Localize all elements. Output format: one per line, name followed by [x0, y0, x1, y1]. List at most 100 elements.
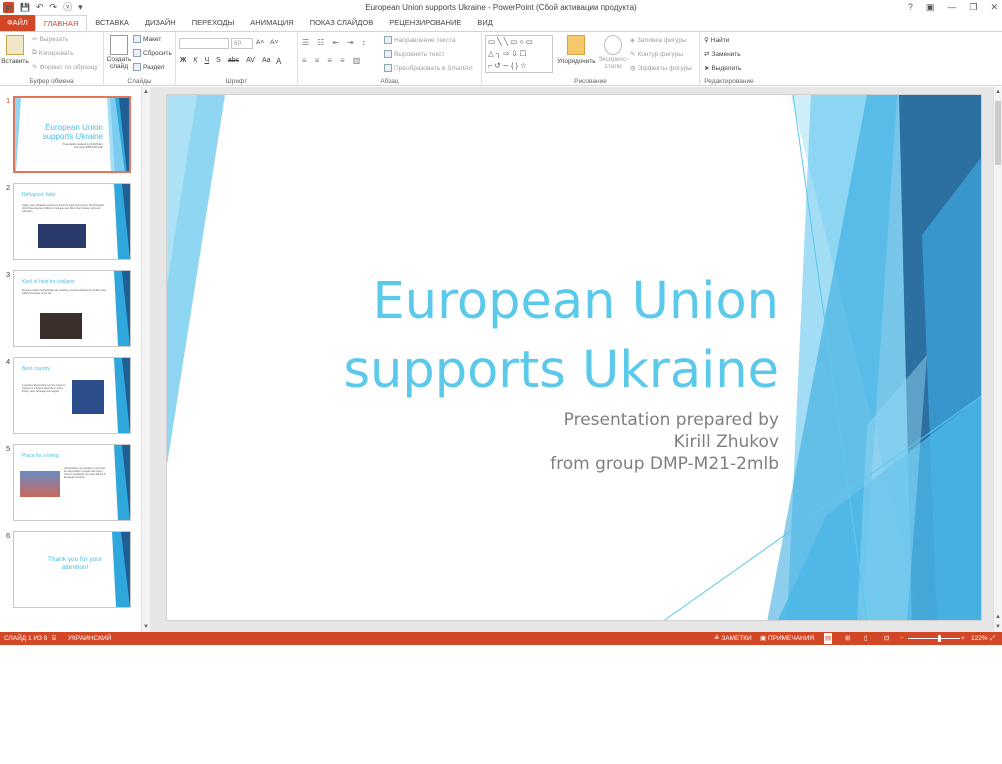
normal-view-icon[interactable]: ▤: [824, 633, 833, 644]
start-from-beginning-icon[interactable]: ⓥ: [63, 0, 72, 15]
justify-icon[interactable]: ≡: [340, 56, 345, 65]
layout-button[interactable]: Макет: [133, 35, 161, 43]
arrange-button[interactable]: Упорядочить: [557, 35, 596, 65]
smartart-button[interactable]: Преобразовать в SmartArt: [384, 64, 473, 72]
slide-title[interactable]: European Union supports Ukraine: [219, 267, 779, 405]
zoom-out-icon[interactable]: −: [900, 632, 904, 645]
scroll-up-icon[interactable]: ▲: [995, 89, 1001, 95]
tab-review[interactable]: РЕЦЕНЗИРОВАНИЕ: [381, 15, 469, 31]
shapes-gallery[interactable]: ▭╲╲▭○▭ △┐⇨⇩☐ ⌐↺∼{}☆: [485, 35, 553, 73]
tab-slideshow[interactable]: ПОКАЗ СЛАЙДОВ: [302, 15, 382, 31]
undo-icon[interactable]: ↶: [36, 0, 44, 15]
help-icon[interactable]: ?: [908, 0, 913, 15]
slide-thumbnail-6[interactable]: Thank you for your attention!: [13, 531, 131, 608]
slide-thumbnail-1[interactable]: European Union supports Ukraine Presenta…: [13, 96, 131, 173]
restore-icon[interactable]: ❐: [969, 0, 977, 15]
strikethrough-button[interactable]: abc: [228, 57, 239, 64]
font-color-button[interactable]: A: [276, 57, 281, 66]
tab-file[interactable]: ФАЙЛ: [0, 15, 35, 31]
notes-button[interactable]: ≙ ЗАМЕТКИ: [714, 632, 752, 645]
thumbnail-number: 1: [6, 96, 11, 105]
previous-slide-icon[interactable]: ▲: [995, 614, 1001, 620]
thumbnail-text: A question about which country is best t…: [22, 384, 66, 393]
editor-scrollbar[interactable]: ▲ ▲ ▼: [993, 87, 1002, 632]
effects-icon: ◍: [630, 65, 636, 72]
columns-icon[interactable]: ▥: [353, 56, 361, 65]
zoom-level[interactable]: 122%: [971, 632, 988, 645]
fit-slide-icon[interactable]: ⤢: [990, 632, 995, 645]
char-spacing-button[interactable]: AV: [246, 57, 255, 64]
align-left-icon[interactable]: ≡: [302, 56, 307, 65]
paste-button[interactable]: Вставить: [1, 35, 29, 65]
ribbon-display-icon[interactable]: ▣: [926, 0, 935, 15]
reset-button[interactable]: Сбросить: [133, 49, 172, 57]
window-controls: ? ▣ — ❐ ✕: [908, 0, 998, 15]
slide-thumbnail-5[interactable]: Place for a living Unfortunately, the si…: [13, 444, 131, 521]
align-right-icon[interactable]: ≡: [327, 56, 332, 65]
format-painter-button[interactable]: ✎ Формат по образцу: [32, 63, 98, 72]
bullets-icon[interactable]: ☰: [302, 38, 309, 47]
shape-effects-button[interactable]: ◍ Эффекты фигуры: [630, 64, 692, 73]
ribbon-tabs: ФАЙЛ ГЛАВНАЯ ВСТАВКА ДИЗАЙН ПЕРЕХОДЫ АНИ…: [0, 15, 1002, 31]
current-slide[interactable]: European Union supports Ukraine Presenta…: [166, 94, 982, 621]
slide-thumbnail-4[interactable]: Best country A question about which coun…: [13, 357, 131, 434]
select-button[interactable]: ➤ Выделить: [704, 64, 741, 73]
scroll-up-icon[interactable]: ▲: [143, 89, 149, 95]
thumbnail-title: Best country: [22, 366, 50, 372]
increase-indent-icon[interactable]: ⇥: [347, 38, 354, 47]
tab-animations[interactable]: АНИМАЦИЯ: [242, 15, 301, 31]
tab-insert[interactable]: ВСТАВКА: [87, 15, 137, 31]
tab-view[interactable]: ВИД: [469, 15, 500, 31]
slideshow-icon[interactable]: ⊡: [884, 632, 889, 645]
align-text-button[interactable]: Выровнять текст: [384, 50, 445, 58]
scroll-thumb[interactable]: [995, 101, 1001, 165]
comments-button[interactable]: ▣ ПРИМЕЧАНИЯ: [760, 632, 814, 645]
italic-button[interactable]: К: [193, 57, 197, 64]
find-button[interactable]: ⚲ Найти: [704, 36, 729, 45]
zoom-slider-track[interactable]: [908, 638, 960, 639]
shape-outline-button[interactable]: ✎ Контур фигуры: [630, 50, 683, 59]
paragraph-group-label: Абзац: [380, 78, 399, 85]
numbering-icon[interactable]: ☷: [317, 38, 324, 47]
redo-icon[interactable]: ↷: [50, 0, 58, 15]
align-center-icon[interactable]: ≡: [315, 56, 320, 65]
underline-button[interactable]: Ч: [204, 57, 209, 64]
slide-thumbnail-2[interactable]: Refugees' help Today, many Ukrainian peo…: [13, 183, 131, 260]
tab-design[interactable]: ДИЗАЙН: [137, 15, 184, 31]
save-icon[interactable]: 💾: [20, 0, 30, 15]
slide-counter: СЛАЙД 1 ИЗ 6: [4, 635, 48, 642]
thumbnails-scrollbar[interactable]: ▲ ▼: [141, 87, 150, 632]
next-slide-icon[interactable]: ▼: [995, 624, 1001, 630]
customize-qat-icon[interactable]: ▾: [78, 0, 83, 15]
section-button[interactable]: Раздел: [133, 63, 164, 71]
scroll-down-icon[interactable]: ▼: [143, 624, 149, 630]
cut-button[interactable]: ✂ Вырезать: [32, 35, 68, 44]
text-direction-button[interactable]: Направление текста: [384, 36, 456, 44]
grow-font-button[interactable]: A˄: [256, 39, 264, 46]
new-slide-button[interactable]: Создать слайд: [107, 35, 131, 70]
zoom-slider-thumb[interactable]: [938, 635, 941, 642]
font-name-field[interactable]: [179, 38, 229, 49]
line-spacing-icon[interactable]: ↕: [362, 38, 366, 47]
reading-view-icon[interactable]: ▯: [864, 632, 868, 645]
slide-sorter-icon[interactable]: ⊞: [845, 632, 850, 645]
shrink-font-button[interactable]: A˅: [270, 39, 278, 46]
bold-button[interactable]: Ж: [180, 57, 186, 64]
decrease-indent-icon[interactable]: ⇤: [332, 38, 339, 47]
slide-thumbnail-3[interactable]: Kind of help for civilians Europe provid…: [13, 270, 131, 347]
slide-subtitle[interactable]: Presentation prepared by Kirill Zhukov f…: [359, 409, 779, 475]
language-indicator[interactable]: УКРАИНСКИЙ: [68, 632, 111, 645]
font-size-field[interactable]: 60: [231, 38, 253, 49]
shape-fill-button[interactable]: ◈ Заливка фигуры: [630, 36, 687, 45]
replace-button[interactable]: ⇄ Заменить: [704, 50, 741, 59]
zoom-in-icon[interactable]: +: [961, 632, 965, 645]
quick-styles-button[interactable]: Экспресс- стили: [598, 35, 628, 70]
spell-check-icon[interactable]: ⌸: [52, 632, 56, 645]
tab-transitions[interactable]: ПЕРЕХОДЫ: [184, 15, 243, 31]
close-icon[interactable]: ✕: [990, 0, 998, 15]
minimize-icon[interactable]: —: [947, 0, 956, 15]
change-case-button[interactable]: Aa: [262, 57, 271, 64]
tab-home[interactable]: ГЛАВНАЯ: [34, 15, 88, 31]
copy-button[interactable]: ⧉ Копировать: [32, 49, 74, 57]
shadow-button[interactable]: S: [216, 57, 221, 64]
